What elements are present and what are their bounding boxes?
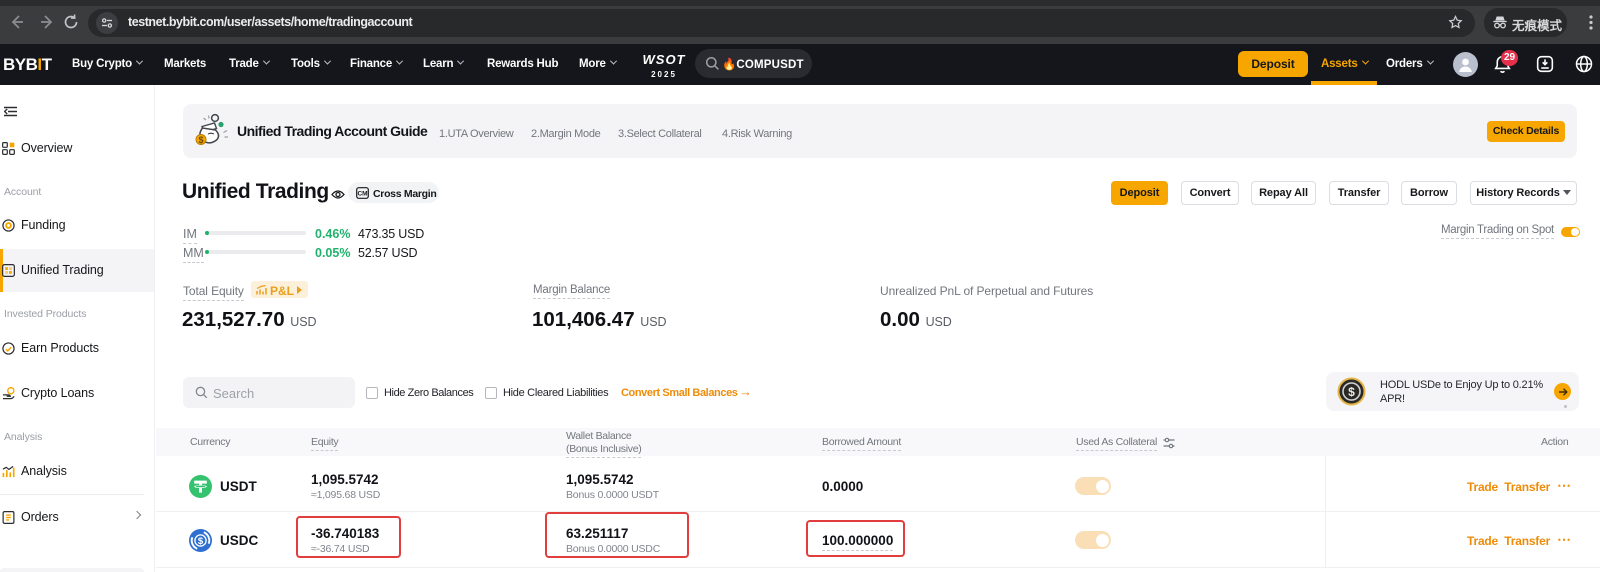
svg-text:CM: CM <box>357 190 367 197</box>
svg-text:$: $ <box>198 135 203 145</box>
svg-text:$: $ <box>198 536 204 547</box>
svg-text:$: $ <box>1348 385 1355 399</box>
